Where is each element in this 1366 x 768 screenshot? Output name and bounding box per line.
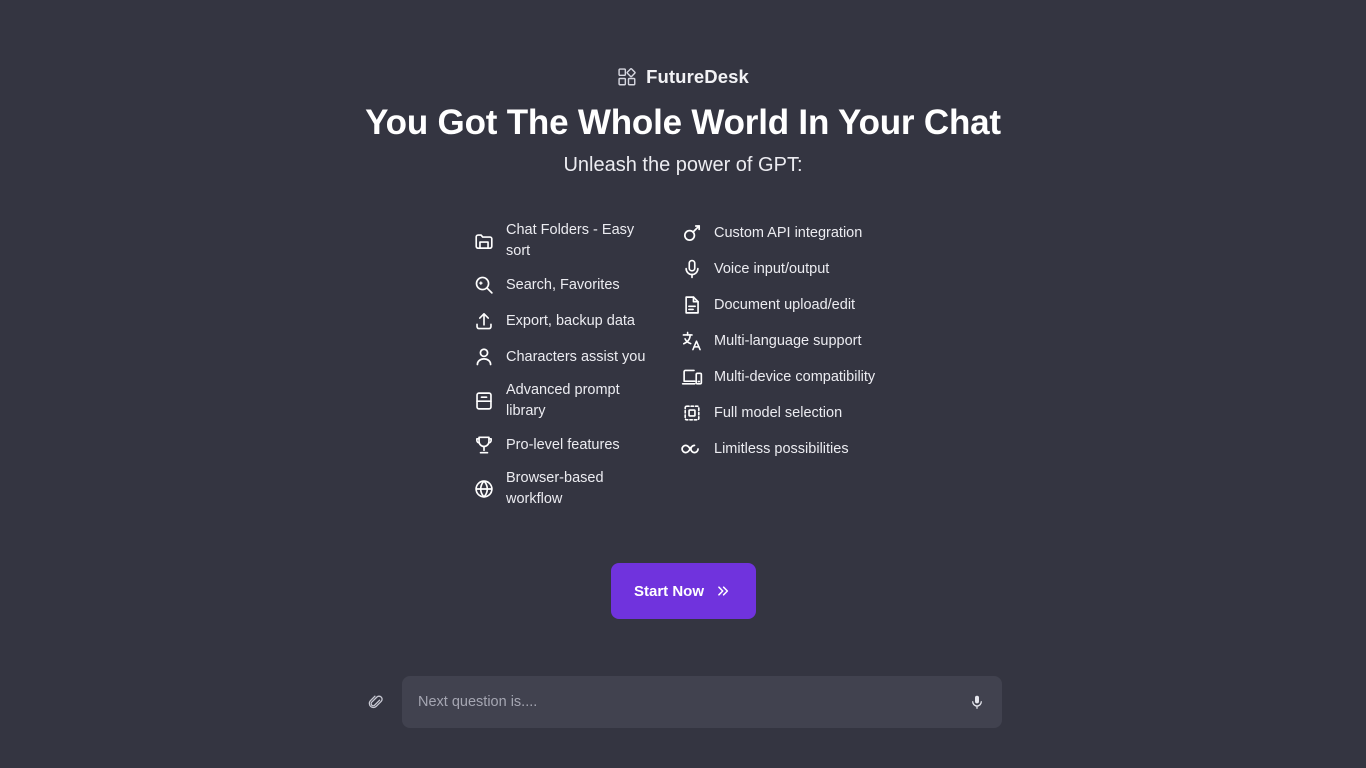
trophy-icon	[473, 434, 495, 456]
feature-item: Browser-based workflow	[473, 463, 653, 515]
chip-cpu-icon	[681, 402, 703, 424]
feature-item: Multi-device compatibility	[681, 359, 881, 395]
feature-label: Export, backup data	[506, 312, 635, 329]
feature-item: Pro-level features	[473, 427, 653, 463]
feature-item: Limitless possibilities	[681, 431, 881, 467]
feature-label: Multi-device compatibility	[714, 368, 876, 385]
chat-input-wrapper[interactable]	[402, 676, 1002, 728]
feature-item: Document upload/edit	[681, 287, 881, 323]
chat-composer	[0, 676, 1366, 728]
document-icon	[681, 294, 703, 316]
upload-export-icon	[473, 310, 495, 332]
feature-item: Full model selection	[681, 395, 881, 431]
user-person-icon	[473, 346, 495, 368]
feature-column-right: Custom API integration Voice input/outpu…	[681, 215, 881, 515]
paperclip-icon[interactable]	[364, 689, 388, 715]
search-input[interactable]	[418, 676, 966, 728]
feature-item: Custom API integration	[681, 215, 881, 251]
page-subtitle: Unleash the power of GPT:	[563, 154, 803, 177]
app-root: FutureDesk You Got The Whole World In Yo…	[0, 0, 1366, 768]
brand-name: FutureDesk	[646, 65, 749, 87]
feature-column-left: Chat Folders - Easy sort Search, Favorit…	[473, 215, 653, 515]
feature-label: Full model selection	[714, 404, 843, 421]
feature-label: Limitless possibilities	[714, 440, 849, 457]
feature-item: Multi-language support	[681, 323, 881, 359]
book-library-icon	[473, 390, 495, 412]
page-title: You Got The Whole World In Your Chat	[365, 103, 1001, 142]
api-key-icon	[681, 222, 703, 244]
feature-label: Browser-based workflow	[506, 470, 604, 508]
feature-item: Chat Folders - Easy sort	[473, 215, 653, 267]
feature-item: Characters assist you	[473, 339, 653, 375]
feature-item: Advanced prompt library	[473, 375, 653, 427]
folder-icon	[473, 230, 495, 252]
feature-label: Chat Folders - Easy sort	[506, 222, 635, 260]
globe-icon	[473, 478, 495, 500]
feature-grid: Chat Folders - Easy sort Search, Favorit…	[473, 215, 893, 515]
feature-label: Document upload/edit	[714, 296, 856, 313]
feature-label: Custom API integration	[714, 224, 863, 241]
search-star-icon	[473, 274, 495, 296]
cta-container: Start Now	[610, 563, 756, 620]
feature-label: Voice input/output	[714, 260, 830, 277]
grid-diamond-logo-icon	[617, 67, 637, 87]
feature-label: Advanced prompt library	[506, 382, 620, 420]
microphone-icon	[681, 258, 703, 280]
devices-icon	[681, 366, 703, 388]
feature-label: Search, Favorites	[506, 276, 620, 293]
feature-item: Export, backup data	[473, 303, 653, 339]
feature-label: Pro-level features	[506, 436, 620, 453]
brand: FutureDesk	[617, 64, 749, 90]
translate-icon	[681, 330, 703, 352]
feature-label: Characters assist you	[506, 348, 646, 365]
feature-label: Multi-language support	[714, 332, 862, 349]
start-now-label: Start Now	[633, 582, 704, 600]
start-now-button[interactable]: Start Now	[610, 563, 756, 620]
feature-item: Voice input/output	[681, 251, 881, 287]
microphone-icon[interactable]	[966, 690, 988, 714]
infinity-icon	[681, 438, 703, 460]
double-chevron-right-icon	[714, 584, 732, 598]
feature-item: Search, Favorites	[473, 267, 653, 303]
